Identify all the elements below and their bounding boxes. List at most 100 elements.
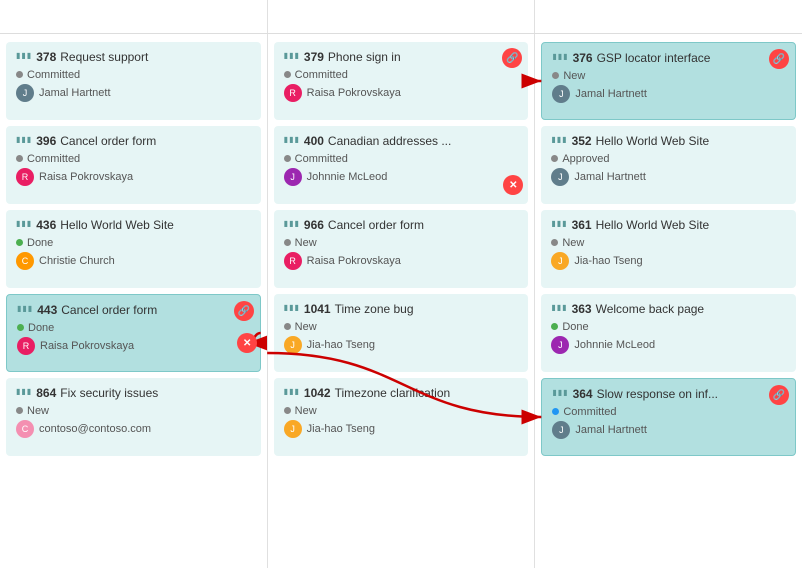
status-text: Committed [295, 153, 348, 165]
user-name: Jamal Hartnett [575, 88, 647, 100]
card-id: 864 [36, 386, 56, 400]
card-user: JJia-hao Tseng [284, 420, 519, 438]
avatar: J [551, 252, 569, 270]
card-title-row: ▮▮▮400Canadian addresses ... [284, 134, 519, 150]
user-name: Raisa Pokrovskaya [40, 340, 134, 352]
card-379[interactable]: ▮▮▮379Phone sign inCommittedRRaisa Pokro… [274, 42, 529, 120]
card-status: Done [551, 321, 786, 333]
status-text: Done [562, 321, 588, 333]
avatar: R [284, 252, 302, 270]
status-dot [552, 72, 559, 79]
card-378[interactable]: ▮▮▮378Request support Committed J Jamal Har… [6, 42, 261, 120]
card-864[interactable]: ▮▮▮864Fix security issuesNewCcontoso@con… [6, 378, 261, 456]
card-396[interactable]: ▮▮▮396Cancel order formCommittedRRaisa P… [6, 126, 261, 204]
card-1042[interactable]: ▮▮▮ 1042 Timezone clarification New JJia-hao… [274, 378, 529, 456]
status-dot [284, 407, 291, 414]
card-436[interactable]: ▮▮▮436Hello World Web SiteDoneCChristie … [6, 210, 261, 288]
card-type-icon: ▮▮▮ [552, 52, 568, 61]
card-title-row: ▮▮▮378Request support [16, 50, 251, 66]
user-name: Jamal Hartnett [574, 171, 646, 183]
card-1041[interactable]: ▮▮▮1041Time zone bugNewJJia-hao Tseng [274, 294, 529, 372]
card-user: JJohnnie McLeod [551, 336, 786, 354]
status-dot [551, 323, 558, 330]
avatar: J [284, 168, 302, 186]
card-352[interactable]: ▮▮▮352Hello World Web SiteApprovedJJamal… [541, 126, 796, 204]
card-name: Welcome back page [596, 302, 705, 318]
card-364[interactable]: ▮▮▮364Slow response on inf...CommittedJJ… [541, 378, 796, 456]
status-dot [16, 407, 23, 414]
avatar: J [16, 84, 34, 102]
card-363[interactable]: ▮▮▮363Welcome back pageDoneJJohnnie McLe… [541, 294, 796, 372]
card-type-icon: ▮▮▮ [16, 219, 32, 228]
card-title-row: ▮▮▮864Fix security issues [16, 386, 251, 402]
status-text: Done [28, 322, 54, 334]
card-status: New [284, 237, 519, 249]
status-text: New [295, 321, 317, 333]
card-id: 1042 [304, 386, 331, 400]
status-dot [284, 323, 291, 330]
user-name: Raisa Pokrovskaya [307, 87, 401, 99]
card-type-icon: ▮▮▮ [284, 387, 300, 396]
card-name: Cancel order form [328, 218, 424, 234]
avatar: R [284, 84, 302, 102]
avatar: C [16, 420, 34, 438]
status-dot [551, 239, 558, 246]
card-user: RRaisa Pokrovskaya [17, 337, 250, 355]
card-name: Cancel order form [60, 134, 156, 150]
status-text: Approved [562, 153, 609, 165]
calendar-header [0, 0, 802, 34]
card-user: JJohnnie McLeod [284, 168, 519, 186]
card-443[interactable]: ▮▮▮443Cancel order formDoneRRaisa Pokrov… [6, 294, 261, 372]
card-status: New [551, 237, 786, 249]
card-name: GSP locator interface [597, 51, 711, 67]
card-376[interactable]: ▮▮▮376GSP locator interfaceNewJJamal Har… [541, 42, 796, 120]
status-text: Committed [27, 69, 80, 81]
link-icon[interactable]: 🔗 [769, 385, 789, 405]
avatar: J [552, 421, 570, 439]
status-text: New [27, 405, 49, 417]
col-header-january [0, 0, 268, 33]
link-icon[interactable]: 🔗 [502, 48, 522, 68]
status-dot [16, 239, 23, 246]
avatar: J [551, 336, 569, 354]
user-name: Jamal Hartnett [39, 87, 111, 99]
card-id: 364 [573, 387, 593, 401]
card-title-row: ▮▮▮379Phone sign in [284, 50, 519, 66]
user-name: Jia-hao Tseng [307, 423, 375, 435]
card-status: Done [16, 237, 251, 249]
card-id: 396 [36, 134, 56, 148]
status-dot [284, 155, 291, 162]
card-400[interactable]: ▮▮▮400Canadian addresses ... Committed JJo… [274, 126, 529, 204]
card-title-row: ▮▮▮376GSP locator interface [552, 51, 785, 67]
card-status: New [16, 405, 251, 417]
card-title-row: ▮▮▮ 352 Hello World Web Site [551, 134, 786, 150]
card-status: Committed [284, 153, 519, 165]
card-status: Committed [16, 69, 251, 81]
card-361[interactable]: ▮▮▮361Hello World Web SiteNewJJia-hao Ts… [541, 210, 796, 288]
card-title-row: ▮▮▮1041Time zone bug [284, 302, 519, 318]
card-title-row: ▮▮▮966Cancel order form [284, 218, 519, 234]
user-name: Jia-hao Tseng [574, 255, 642, 267]
card-type-icon: ▮▮▮ [284, 135, 300, 144]
card-title-row: ▮▮▮ 1042 Timezone clarification [284, 386, 519, 402]
card-status: Approved [551, 153, 786, 165]
link-icon[interactable]: 🔗 [769, 49, 789, 69]
card-user: J Jamal Hartnett [552, 85, 785, 103]
card-id: 352 [572, 134, 592, 148]
card-type-icon: ▮▮▮ [284, 51, 300, 60]
card-type-icon: ▮▮▮ [551, 135, 567, 144]
card-966[interactable]: ▮▮▮966Cancel order formNewRRaisa Pokrovs… [274, 210, 529, 288]
status-dot [284, 71, 291, 78]
card-type-icon: ▮▮▮ [16, 387, 32, 396]
column-march: ▮▮▮376GSP locator interface New J Jamal Har… [535, 34, 802, 568]
card-user: Ccontoso@contoso.com [16, 420, 251, 438]
status-text: New [295, 405, 317, 417]
link-icon[interactable]: 🔗 [234, 301, 254, 321]
card-type-icon: ▮▮▮ [551, 219, 567, 228]
card-name: Timezone clarification [335, 386, 451, 402]
card-status: New [284, 405, 519, 417]
card-user: J Jia-hao Tseng [551, 252, 786, 270]
column-january: ▮▮▮378Request support Committed J Jamal Har… [0, 34, 268, 568]
avatar: J [552, 85, 570, 103]
card-name: Hello World Web Site [596, 134, 710, 150]
